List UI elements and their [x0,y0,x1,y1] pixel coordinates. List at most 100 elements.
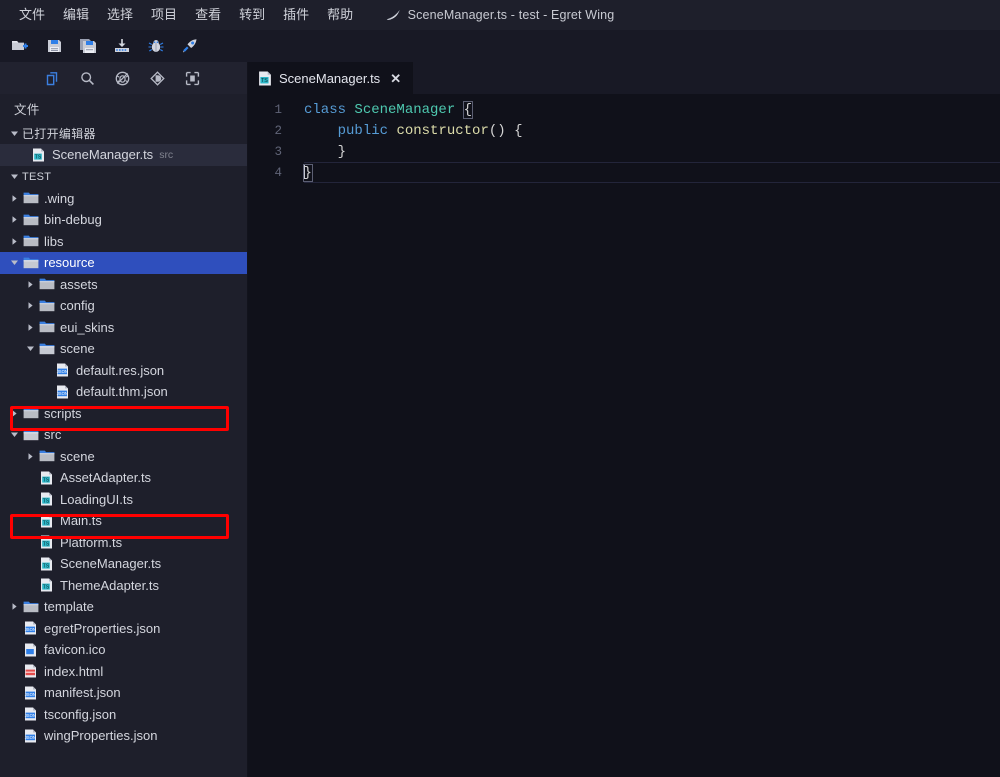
tree-row-wingproperties-json[interactable]: JSON wingProperties.json [0,725,247,747]
activity-search[interactable] [75,66,99,90]
workbench-body: 文件 已打开编辑器 TS SceneManager.ts src TEST .w… [0,62,1000,777]
open-editor-item-scenemanager[interactable]: TS SceneManager.ts src [0,144,247,166]
folder-icon [38,320,55,334]
ts-file-icon: TS [258,71,272,86]
tree-row-default-res-json[interactable]: JSON default.res.json [0,360,247,382]
token-keyword-public: public [337,122,389,139]
chevron-down-icon [6,430,22,439]
tree-row-manifest-json[interactable]: JSON manifest.json [0,682,247,704]
tree-row-label: favicon.ico [44,642,106,658]
debug-icon [115,71,129,85]
toolbar-debug[interactable] [144,34,168,58]
editor-area: TS SceneManager.ts ✕ 1 class SceneManage… [248,62,1000,777]
toolbar-new-file[interactable] [8,34,32,58]
tree-row-scenemanager-ts[interactable]: TS SceneManager.ts [0,553,247,575]
chevron-right-icon [22,452,38,461]
explorer-tree: 已打开编辑器 TS SceneManager.ts src TEST .wing… [0,122,247,777]
tree-row-label: manifest.json [44,685,121,701]
activity-explorer[interactable] [40,66,64,90]
toolbar-save[interactable] [42,34,66,58]
tree-row-resource[interactable]: resource [0,252,247,274]
ts-file-icon: TS [38,514,55,528]
tabs-filler [413,62,1000,94]
close-icon[interactable]: ✕ [390,72,401,85]
tree-row-label: eui_skins [60,319,115,335]
save-icon [47,40,61,52]
tree-row-loadingui-ts[interactable]: TS LoadingUI.ts [0,489,247,511]
json-file-icon: JSON [22,707,39,721]
code-editor[interactable]: 1 class SceneManager { 2 public construc… [248,94,1000,777]
line-number: 1 [274,102,282,117]
window-title: SceneManager.ts - test - Egret Wing [407,8,615,22]
tab-label: SceneManager.ts [279,70,381,86]
open-editor-sublabel: src [159,148,174,161]
activity-extensions[interactable] [180,66,204,90]
json-file-icon: JSON [54,385,71,399]
toolbar-publish[interactable] [110,34,134,58]
tree-row-assets[interactable]: assets [0,274,247,296]
toolbar-run[interactable] [178,34,202,58]
main-toolbar [0,30,1000,62]
svg-text:JSON: JSON [57,391,68,396]
tree-row-favicon-ico[interactable]: favicon.ico [0,639,247,661]
menu-goto[interactable]: 转到 [230,4,274,26]
menu-view[interactable]: 查看 [186,4,230,26]
editor-tabs: TS SceneManager.ts ✕ [248,62,1000,94]
tree-row-scene[interactable]: scene [0,446,247,468]
svg-text:TS: TS [43,585,50,591]
tree-row-template[interactable]: template [0,596,247,618]
menu-project[interactable]: 项目 [142,4,186,26]
token-fn-constructor: constructor [396,122,489,139]
tree-row-default-thm-json[interactable]: JSON default.thm.json [0,381,247,403]
tab-scenemanager-ts[interactable]: TS SceneManager.ts ✕ [248,62,414,94]
tree-row--wing[interactable]: .wing [0,188,247,210]
tree-row-egretproperties-json[interactable]: JSON egretProperties.json [0,618,247,640]
menu-help[interactable]: 帮助 [318,4,362,26]
tree-row-index-html[interactable]: index.html [0,661,247,683]
tree-row-scene[interactable]: scene [0,338,247,360]
tree-row-assetadapter-ts[interactable]: TS AssetAdapter.ts [0,467,247,489]
code-content-2: public constructor() { [292,122,523,139]
section-open-editors[interactable]: 已打开编辑器 [0,122,247,144]
token-keyword-class: class [304,101,347,118]
title-bar: 文件 编辑 选择 项目 查看 转到 插件 帮助 SceneManager.ts … [0,0,1000,30]
chevron-right-icon [22,301,38,310]
menu-select[interactable]: 选择 [98,4,142,26]
token-type-scenemanager: SceneManager [354,101,456,118]
code-line-1: 1 class SceneManager { [248,99,1000,120]
egret-wing-logo-icon [386,9,400,20]
bug-icon [148,40,164,52]
tree-row-config[interactable]: config [0,295,247,317]
tree-row-eui-skins[interactable]: eui_skins [0,317,247,339]
svg-text:TS: TS [43,477,50,483]
publish-icon [115,39,129,52]
tree-row-themeadapter-ts[interactable]: TS ThemeAdapter.ts [0,575,247,597]
menu-plugins[interactable]: 插件 [274,4,318,26]
ts-file-icon: TS [38,492,55,506]
tree-row-label: LoadingUI.ts [60,491,133,507]
tree-row-label: default.res.json [76,362,165,378]
tree-row-tsconfig-json[interactable]: JSON tsconfig.json [0,704,247,726]
activity-debug[interactable] [110,66,134,90]
tree-row-platform-ts[interactable]: TS Platform.ts [0,532,247,554]
code-line-4: 4 } [248,162,1000,183]
open-editor-label: SceneManager.ts [52,147,154,163]
new-file-icon [12,41,28,50]
tree-row-src[interactable]: src [0,424,247,446]
search-icon [80,71,94,85]
tree-row-libs[interactable]: libs [0,231,247,253]
tree-row-bin-debug[interactable]: bin-debug [0,209,247,231]
menu-edit[interactable]: 编辑 [54,4,98,26]
chevron-right-icon [6,194,22,203]
tree-row-scripts[interactable]: scripts [0,403,247,425]
chevron-right-icon [22,323,38,332]
json-file-icon: JSON [22,686,39,700]
section-project-test[interactable]: TEST [0,166,247,188]
folder-icon [22,600,39,614]
token-open-brace: { [514,122,523,139]
toolbar-save-all[interactable] [76,34,100,58]
menu-file[interactable]: 文件 [10,4,54,26]
tree-row-main-ts[interactable]: TS Main.ts [0,510,247,532]
panel-title: 文件 [14,102,40,117]
activity-source-control[interactable] [145,66,169,90]
